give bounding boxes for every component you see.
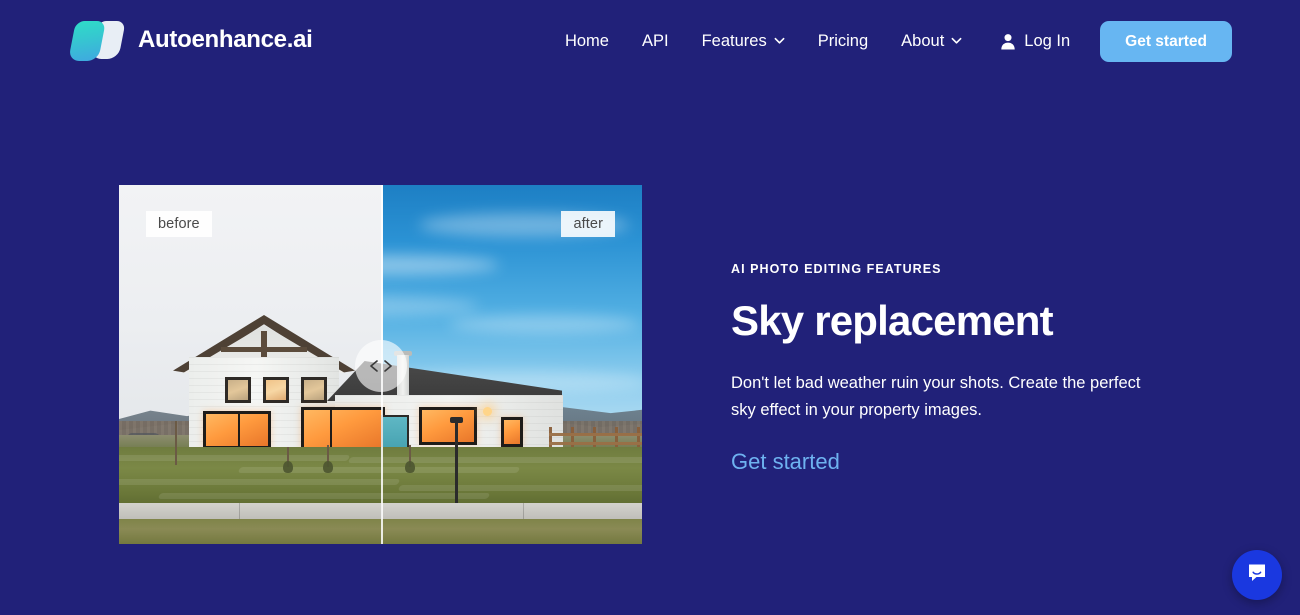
before-label: before — [146, 211, 212, 237]
lit-window — [203, 411, 271, 449]
hero-description: Don't let bad weather ruin your shots. C… — [731, 374, 1141, 419]
chevron-down-icon — [774, 35, 785, 46]
nav-item-pricing[interactable]: Pricing — [818, 24, 868, 59]
nav-item-home-label: Home — [564, 31, 609, 50]
nav-item-about[interactable]: About — [901, 24, 962, 59]
person-icon — [1000, 33, 1016, 50]
get-started-button[interactable]: Get started — [1100, 20, 1232, 62]
hero-get-started-link[interactable]: Get started — [731, 449, 840, 475]
nav-item-api-label: API — [641, 31, 669, 50]
front-lawn — [119, 447, 383, 507]
hero-section: before after AI PHOTO EDITING FEATURES S… — [0, 82, 1300, 615]
site-header: Autoenhance.ai Home API Features Pricing… — [0, 0, 1300, 82]
brand-logo-link[interactable]: Autoenhance.ai — [68, 18, 313, 62]
nav-item-api[interactable]: API — [642, 24, 669, 59]
hero-copy: AI PHOTO EDITING FEATURES Sky replacemen… — [731, 262, 1181, 475]
after-image-panel — [383, 185, 642, 544]
left-right-chevrons-icon — [366, 359, 396, 373]
login-label: Log In — [1024, 31, 1071, 50]
message-bubble-smile-icon — [1245, 561, 1269, 590]
chevron-down-icon — [951, 35, 962, 46]
nav-item-about-label: About — [901, 31, 945, 50]
nav-item-features-label: Features — [701, 31, 767, 50]
lit-window — [301, 407, 383, 451]
nav-item-features[interactable]: Features — [702, 24, 785, 59]
before-image-panel — [119, 185, 383, 544]
before-after-comparison[interactable]: before after — [119, 185, 642, 544]
autoenhance-logo-icon — [68, 18, 126, 62]
page-title: Sky replacement — [731, 297, 1054, 344]
login-link[interactable]: Log In — [1000, 32, 1070, 51]
hero-eyebrow: AI PHOTO EDITING FEATURES — [731, 262, 942, 276]
after-label: after — [561, 211, 615, 237]
chat-launcher-button[interactable] — [1232, 550, 1282, 600]
nav-item-home[interactable]: Home — [565, 24, 609, 59]
main-navigation: Home API Features Pricing About Log In G… — [565, 0, 1232, 82]
comparison-slider-handle[interactable] — [355, 340, 407, 392]
nav-item-pricing-label: Pricing — [817, 31, 869, 50]
brand-name: Autoenhance.ai — [138, 26, 313, 53]
